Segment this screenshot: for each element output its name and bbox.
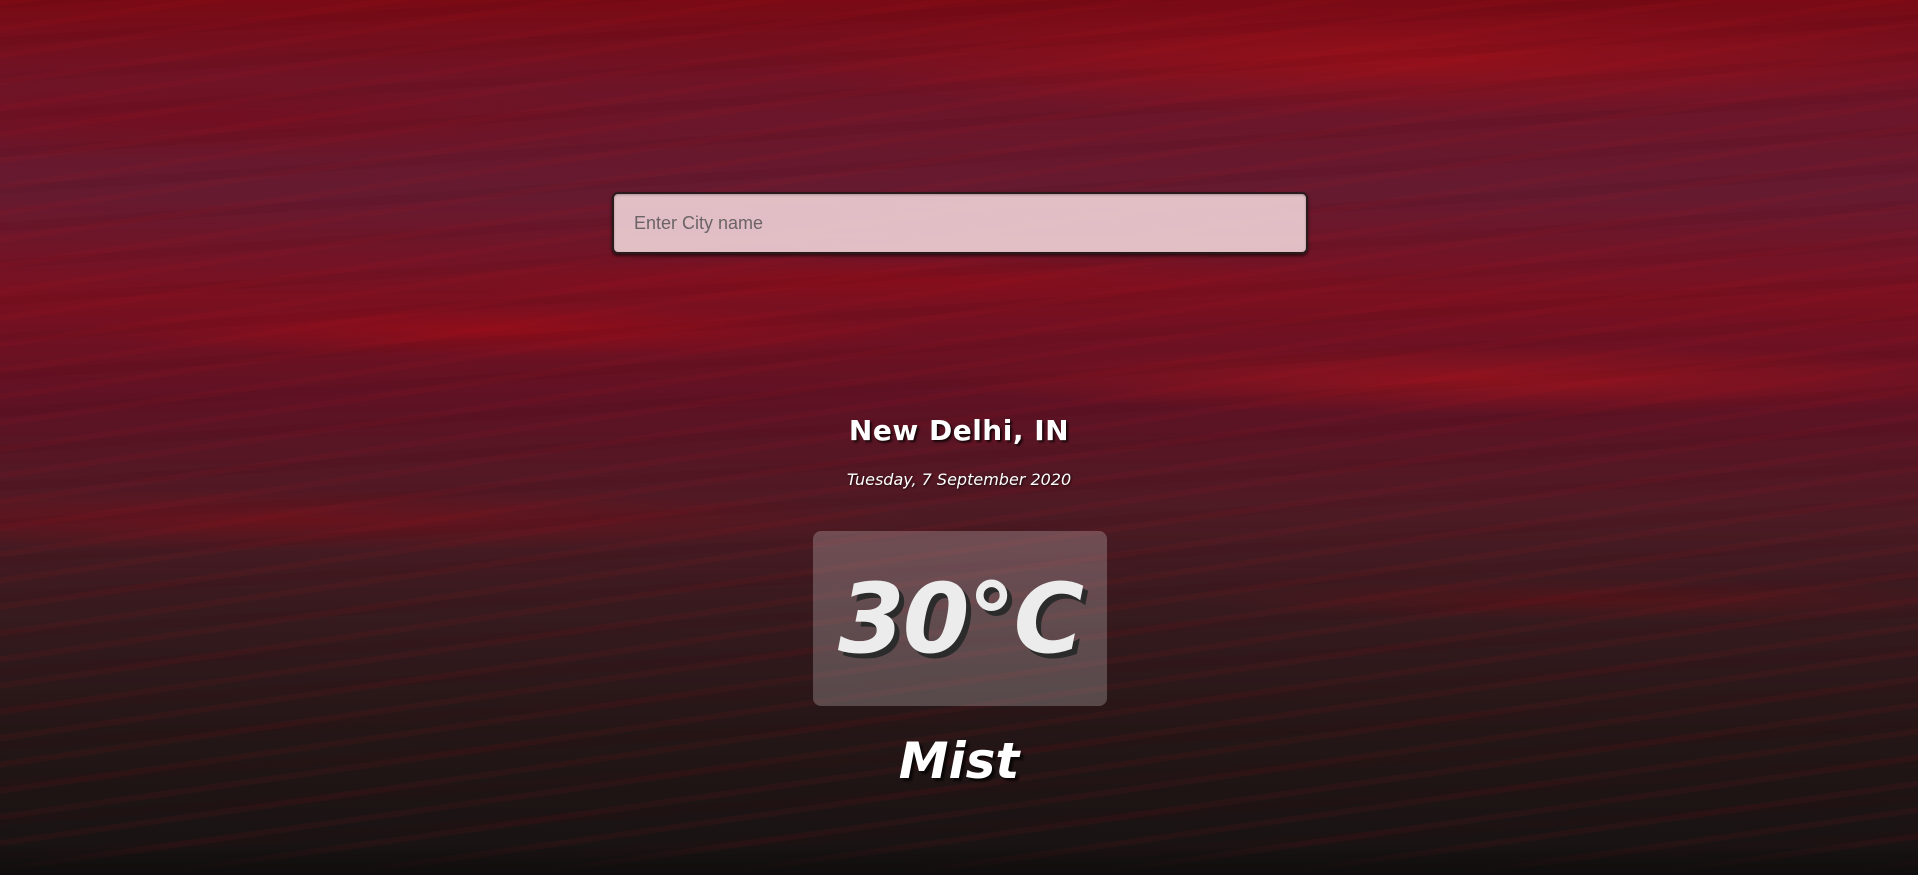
temperature-card: 30°C bbox=[813, 531, 1107, 706]
weather-condition: Mist bbox=[898, 732, 1020, 790]
temperature-value: 30°C bbox=[837, 562, 1084, 675]
city-search-input[interactable] bbox=[612, 192, 1308, 254]
location-title: New Delhi, IN bbox=[848, 414, 1070, 447]
current-date: Tuesday, 7 September 2020 bbox=[846, 470, 1072, 489]
weather-app: New Delhi, IN Tuesday, 7 September 2020 … bbox=[0, 0, 1918, 875]
